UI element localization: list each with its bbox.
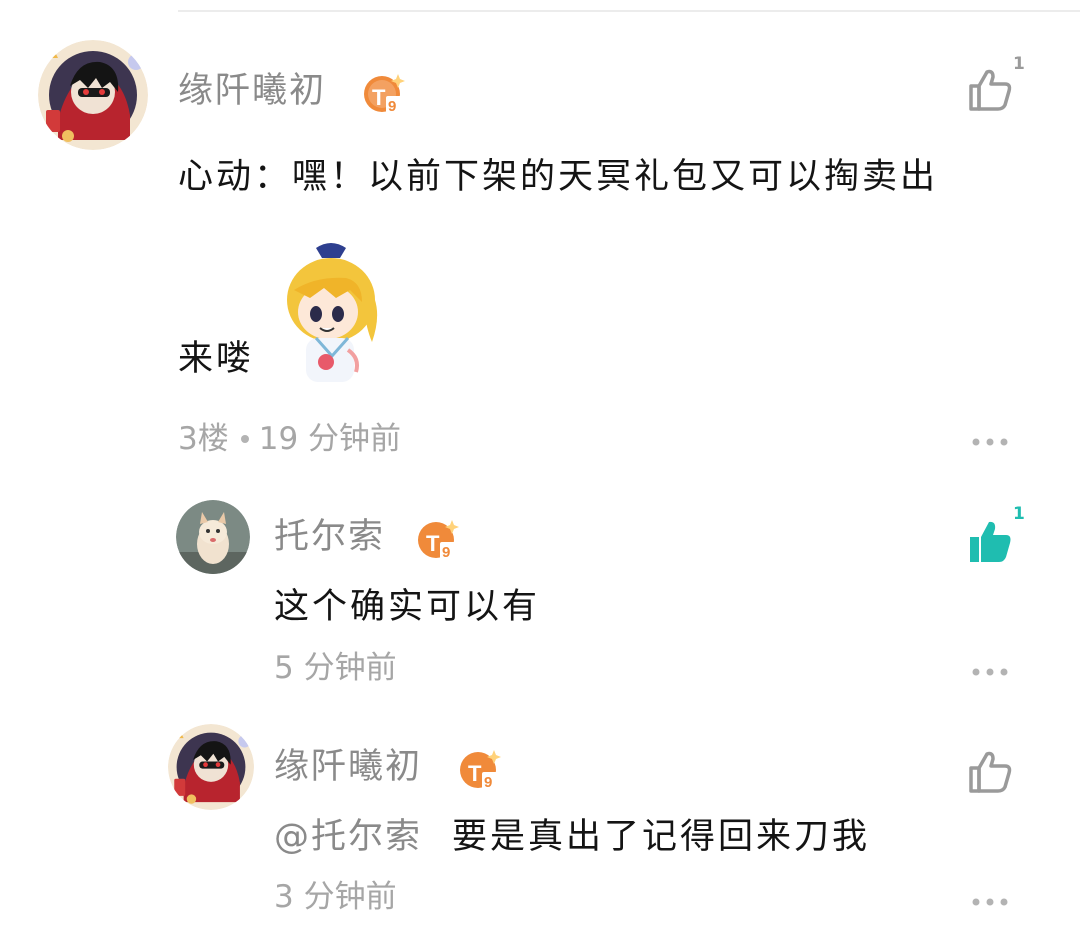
level-badge-icon: T 9 (460, 750, 501, 791)
avatar-image (168, 724, 254, 810)
svg-text:T: T (468, 761, 482, 786)
like-count: 1 (1013, 504, 1025, 524)
like-icon[interactable] (966, 66, 1014, 114)
avatar[interactable] (38, 40, 148, 150)
svg-text:9: 9 (388, 98, 396, 115)
username[interactable]: 缘阡曦初 (178, 74, 326, 109)
timestamp: 3 分钟前 (274, 879, 397, 915)
avatar-image (176, 500, 250, 574)
like-icon[interactable] (966, 748, 1014, 796)
more-icon[interactable] (970, 432, 1010, 452)
avatar[interactable] (168, 724, 254, 810)
username[interactable]: 托尔索 (274, 520, 385, 555)
separator-dot (240, 434, 249, 443)
timestamp: 5 分钟前 (274, 650, 397, 686)
more-icon[interactable] (970, 892, 1010, 912)
anime-girl-sticker (287, 243, 378, 382)
more-icon[interactable] (970, 662, 1010, 682)
avatar-image (38, 40, 148, 150)
avatar[interactable] (176, 500, 250, 574)
comment-text-continued: 来喽 (178, 339, 255, 379)
comment-meta: 3楼 19 分钟前 (178, 424, 401, 455)
level-badge-icon: T 9 (418, 520, 459, 561)
floor-number: 3楼 (178, 421, 229, 457)
svg-text:T: T (426, 531, 440, 556)
mention-link[interactable]: @托尔索 (274, 817, 422, 857)
reply-text: 这个确实可以有 (274, 587, 541, 627)
svg-text:9: 9 (442, 544, 450, 561)
svg-text:9: 9 (484, 774, 492, 791)
timestamp: 19 分钟前 (258, 421, 402, 457)
like-count: 1 (1013, 54, 1025, 74)
top-divider (178, 10, 1080, 12)
reply-text-content: 要是真出了记得回来刀我 (452, 817, 871, 857)
liked-icon[interactable] (966, 518, 1014, 566)
comment-text: 心动：嘿！以前下架的天冥礼包又可以掏卖出 (178, 157, 939, 197)
svg-text:T: T (372, 85, 386, 110)
level-badge-icon: T 9 (364, 74, 405, 115)
username[interactable]: 缘阡曦初 (274, 750, 422, 785)
reply-text: @托尔索 要是真出了记得回来刀我 (274, 820, 870, 855)
